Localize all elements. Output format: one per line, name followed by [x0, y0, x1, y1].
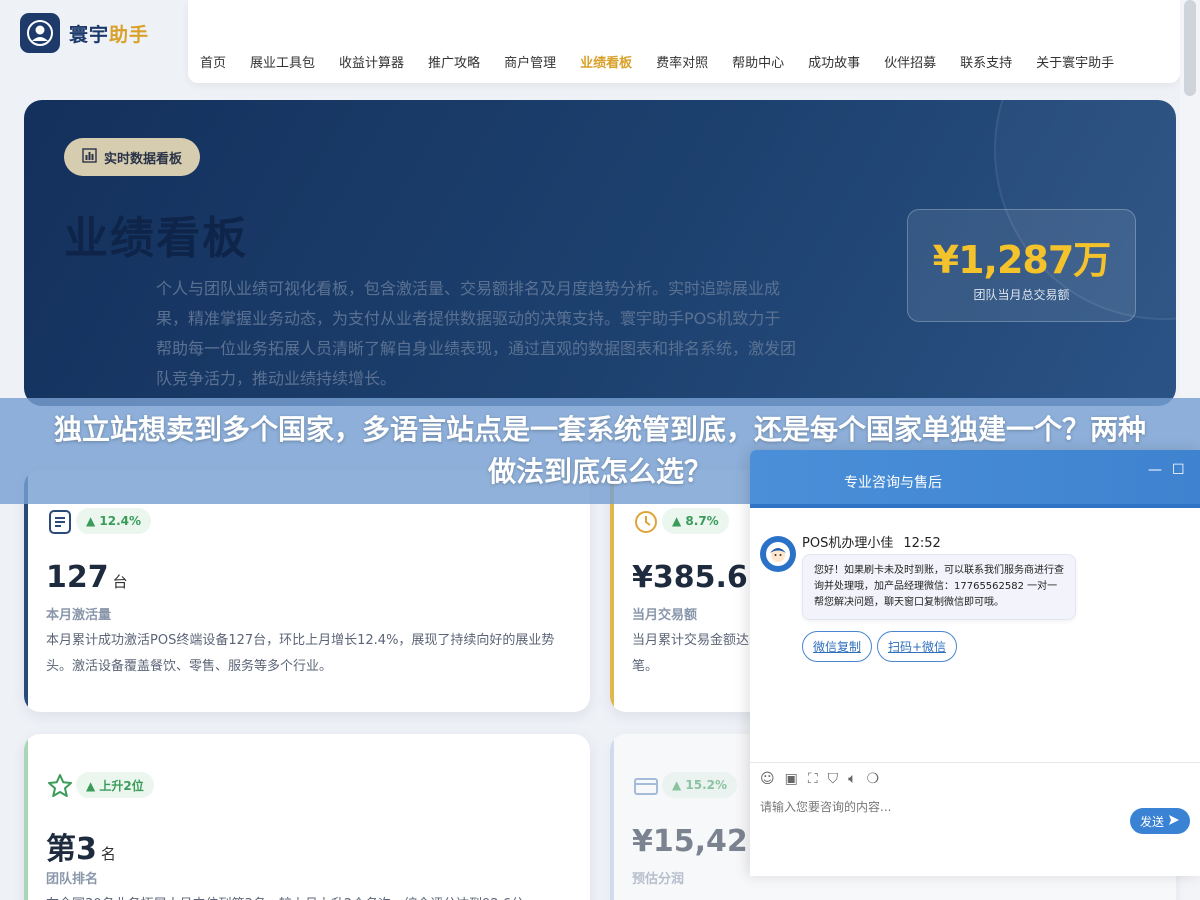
- logo[interactable]: 寰宇助手: [20, 13, 149, 53]
- chat-input[interactable]: [760, 800, 1120, 814]
- hero-description: 个人与团队业绩可视化看板，包含激活量、交易额排名及月度趋势分析。实时追踪展业成果…: [156, 279, 797, 388]
- stat-label: 本月激活量: [46, 608, 112, 623]
- main-navigation: 首页 展业工具包 收益计算器 推广攻略 商户管理 业绩看板 费率对照 帮助中心 成功故事 伙伴招募…: [188, 0, 1180, 83]
- nav-item-1[interactable]: 展业工具包: [250, 52, 315, 71]
- stat-description: 在全国30名业务拓展人员中位列第3名，较上月上升2个名次。综合评分达到92.6分…: [46, 892, 574, 900]
- chat-title: 专业咨询与售后: [844, 475, 942, 491]
- user-shield-icon: [20, 13, 60, 53]
- scrollbar-thumb[interactable]: [1184, 0, 1196, 96]
- send-label: 发送: [1139, 814, 1164, 829]
- nav-item-6[interactable]: 费率对照: [656, 52, 708, 71]
- chat-widget: 专业咨询与售后 — ☐ POS机办理小佳 12:52 您好！如果刷卡未及时到账，可…: [750, 450, 1200, 876]
- brand-name-part1: 寰宇: [69, 23, 110, 46]
- credit-card-icon: [632, 772, 660, 800]
- brand-name-part2: 助手: [109, 23, 150, 46]
- chat-bubbles-icon[interactable]: ❍: [867, 771, 880, 787]
- nav-item-8[interactable]: 成功故事: [808, 52, 860, 71]
- send-button[interactable]: 发送: [1130, 808, 1190, 834]
- minimize-icon[interactable]: —: [1148, 462, 1162, 478]
- hero-badge: 实时数据看板: [64, 138, 201, 176]
- nav-item-3[interactable]: 推广攻略: [428, 52, 480, 71]
- page-title: 业绩看板: [64, 213, 248, 264]
- hero-stat-label: 团队当月总交易额: [973, 287, 1070, 302]
- stat-number: 127: [46, 560, 109, 595]
- agent-message: 您好！如果刷卡未及时到账，可以联系我们服务商进行查询并处理哦，加产品经理微信：1…: [802, 554, 1076, 620]
- stat-label: 预估分润: [632, 872, 685, 887]
- card-accent-bar: [610, 734, 614, 900]
- card-accent-bar: [24, 734, 28, 900]
- nav-item-10[interactable]: 联系支持: [960, 52, 1012, 71]
- brand-name: 寰宇助手: [69, 20, 149, 47]
- maximize-icon[interactable]: ☐: [1172, 462, 1185, 478]
- chat-divider: [750, 762, 1200, 763]
- emoji-icon[interactable]: ☺: [760, 771, 775, 787]
- nav-item-2[interactable]: 收益计算器: [339, 52, 404, 71]
- stat-number: ¥385.6: [632, 560, 748, 595]
- hero-section: 实时数据看板 业绩看板 个人与团队业绩可视化看板，包含激活量、交易额排名及月度趋…: [24, 100, 1176, 406]
- trend-badge: ▲ 上升2位: [76, 772, 154, 798]
- nav-item-5[interactable]: 业绩看板: [580, 52, 632, 71]
- stat-unit: 名: [100, 845, 116, 863]
- shield-icon[interactable]: ⛉: [828, 771, 839, 787]
- stat-number: ¥15,425: [632, 824, 769, 859]
- screenshot-icon[interactable]: ⛶: [808, 771, 818, 787]
- stat-value: ¥385.6万: [632, 560, 767, 595]
- nav-item-7[interactable]: 帮助中心: [732, 52, 784, 71]
- image-icon[interactable]: ▣: [785, 771, 798, 787]
- stat-number: 第3: [46, 832, 97, 867]
- agent-avatar: [760, 536, 796, 572]
- trend-badge: ▲ 8.7%: [662, 508, 729, 534]
- stat-value: 127 台: [46, 560, 128, 595]
- trend-badge: ▲ 15.2%: [662, 772, 738, 798]
- stat-value: 第3 名: [46, 824, 116, 868]
- copy-wechat-button[interactable]: 微信复制: [802, 631, 873, 662]
- chat-agent-line: POS机办理小佳 12:52: [802, 532, 941, 551]
- hero-badge-label: 实时数据看板: [104, 151, 183, 167]
- nav-item-0[interactable]: 首页: [200, 52, 226, 71]
- agent-name: POS机办理小佳: [802, 536, 894, 551]
- stat-card-ranking: ▲ 上升2位 第3名 团队排名 在全国30名业务拓展人员中位列第3名，较上月上升…: [24, 734, 590, 900]
- hero-stat-value: ¥1,287万: [932, 237, 1112, 282]
- send-arrow-icon: [1168, 814, 1180, 829]
- nav-item-4[interactable]: 商户管理: [504, 52, 556, 71]
- card-accent-bar: [24, 470, 28, 712]
- stat-card-activation: ▲ 12.4% 127 台 本月激活量 本月累计成功激活POS终端设备127台，环…: [24, 470, 590, 712]
- trend-badge: ▲ 12.4%: [76, 508, 152, 534]
- star-icon: [46, 772, 74, 800]
- hero-stat-box: ¥1,287万 团队当月总交易额: [907, 209, 1136, 322]
- nav-item-9[interactable]: 伙伴招募: [884, 52, 936, 71]
- scan-wechat-button[interactable]: 扫码+微信: [877, 631, 958, 662]
- stat-label: 当月交易额: [632, 608, 698, 623]
- stat-unit: 台: [112, 573, 128, 591]
- chat-header-stripe: [750, 504, 1200, 508]
- chat-header: 专业咨询与售后 — ☐: [750, 450, 1200, 508]
- chat-toolbar: ☺ ▣ ⛶ ⛉ 🔈︎ ❍: [760, 771, 879, 787]
- speaker-icon[interactable]: 🔈︎: [848, 771, 856, 787]
- document-icon: [46, 508, 74, 536]
- card-accent-bar: [610, 470, 614, 712]
- message-time: 12:52: [903, 536, 941, 551]
- clock-icon: [632, 508, 660, 536]
- stat-description: 本月累计成功激活POS终端设备127台，环比上月增长12.4%，展现了持续向好的…: [46, 633, 555, 674]
- stat-label: 团队排名: [46, 872, 99, 887]
- bar-chart-icon: [82, 147, 97, 167]
- nav-item-11[interactable]: 关于寰宇助手: [1036, 52, 1114, 71]
